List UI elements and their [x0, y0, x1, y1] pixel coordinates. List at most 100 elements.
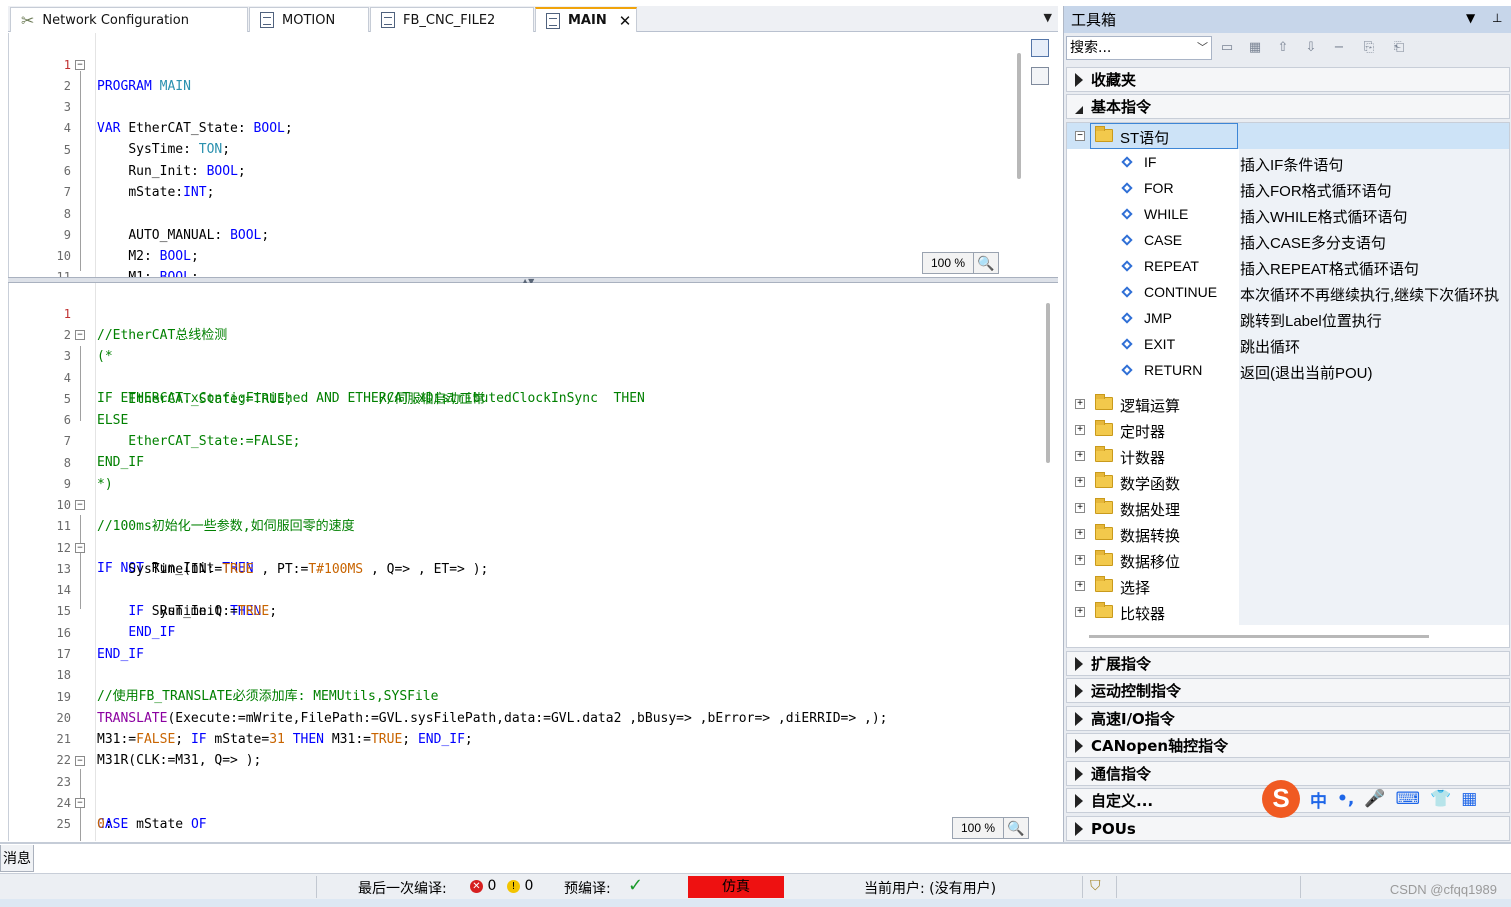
tree-folder-data-shift[interactable]: + 数据移位	[1067, 547, 1509, 573]
tree-folder-comparators[interactable]: + 比较器	[1067, 599, 1509, 625]
textual-view-icon[interactable]	[1031, 39, 1049, 57]
ime-toolbar[interactable]: S 中 •, 🎤 ⌨ 👕 ▦	[1258, 778, 1480, 820]
declaration-editor[interactable]: 1 PROGRAM MAIN 2 − VAR 3 EtherCAT_State:…	[8, 33, 1058, 277]
ime-mode-toggle[interactable]: 中	[1310, 787, 1327, 812]
tree-item-instruction[interactable]: JMP 跳转到Label位置执行	[1067, 305, 1509, 331]
vertical-scrollbar[interactable]	[1017, 53, 1021, 179]
category-motion-control[interactable]: 运动控制指令	[1066, 678, 1510, 703]
shield-icon[interactable]: ⛉	[1090, 878, 1101, 894]
instruction-name: IF	[1144, 154, 1157, 170]
tree-item-instruction[interactable]: REPEAT 插入REPEAT格式循环语句	[1067, 253, 1509, 279]
expand-icon[interactable]: +	[1075, 425, 1085, 435]
remove-icon[interactable]: −	[1330, 40, 1348, 56]
category-basic-instructions[interactable]: 基本指令	[1066, 94, 1510, 119]
collapse-icon[interactable]: −	[75, 60, 85, 70]
tree-folder-data-processing[interactable]: + 数据处理	[1067, 495, 1509, 521]
tab-label: FB_CNC_FILE2	[403, 12, 496, 28]
tree-item-instruction[interactable]: CONTINUE 本次循环不再继续执行,继续下次循环执	[1067, 279, 1509, 305]
tree-folder-data-conversion[interactable]: + 数据转换	[1067, 521, 1509, 547]
category-high-speed-io[interactable]: 高速I/O指令	[1066, 706, 1510, 731]
expand-icon[interactable]: +	[1075, 477, 1085, 487]
expand-icon[interactable]: +	[1075, 399, 1085, 409]
status-separator	[316, 876, 317, 898]
tree-item-st-statements[interactable]: − ST语句	[1067, 123, 1509, 149]
export-icon[interactable]: ⎗	[1390, 40, 1408, 56]
window-bottom-edge	[0, 899, 1511, 907]
tree-folder-timers[interactable]: + 定时器	[1067, 417, 1509, 443]
zoom-magnifier-icon[interactable]: 🔍	[974, 253, 998, 273]
pin-icon[interactable]: ⊥	[1492, 11, 1502, 25]
tree-item-instruction[interactable]: IF 插入IF条件语句	[1067, 149, 1509, 175]
folder-icon	[1095, 126, 1113, 142]
expand-icon[interactable]: +	[1075, 529, 1085, 539]
simulation-badge[interactable]: 仿真	[688, 876, 784, 898]
tree-item-instruction[interactable]: FOR 插入FOR格式循环语句	[1067, 175, 1509, 201]
category-canopen-axis[interactable]: CANopen轴控指令	[1066, 733, 1510, 758]
chevron-down-icon[interactable]: ﹀	[1197, 37, 1208, 59]
instruction-icon	[1121, 234, 1133, 246]
toolbox-search-input[interactable]: 搜索... ﹀	[1066, 36, 1212, 60]
zoom-level[interactable]: 100 %	[953, 818, 1005, 838]
expand-icon[interactable]: +	[1075, 451, 1085, 461]
tab-main[interactable]: MAIN ✕	[535, 7, 637, 32]
skin-icon[interactable]: 👕	[1430, 789, 1451, 809]
collapse-icon[interactable]: −	[75, 756, 85, 766]
category-extended-instructions[interactable]: 扩展指令	[1066, 651, 1510, 676]
expand-arrow-icon	[1075, 656, 1083, 671]
vertical-scrollbar[interactable]	[1046, 303, 1050, 463]
expand-icon[interactable]: +	[1075, 607, 1085, 617]
tree-folder-selection[interactable]: + 选择	[1067, 573, 1509, 599]
tab-motion[interactable]: MOTION	[249, 7, 369, 32]
compile-errors[interactable]: ✕ 0	[470, 878, 496, 894]
compile-warnings[interactable]: ! 0	[507, 878, 533, 894]
microphone-icon[interactable]: 🎤	[1364, 789, 1385, 809]
keyboard-icon[interactable]: ⌨	[1396, 789, 1421, 809]
messages-tab[interactable]: 消息	[0, 845, 34, 872]
collapse-icon[interactable]: −	[75, 500, 85, 510]
tree-folder-math[interactable]: + 数学函数	[1067, 469, 1509, 495]
horizontal-scrollbar[interactable]	[1089, 635, 1429, 638]
collapse-icon[interactable]: −	[75, 543, 85, 553]
collapse-icon[interactable]: −	[1075, 131, 1085, 141]
expand-icon[interactable]: +	[1075, 581, 1085, 591]
tree-folder-counters[interactable]: + 计数器	[1067, 443, 1509, 469]
add-item-icon[interactable]: ▦	[1246, 40, 1264, 56]
move-up-icon[interactable]: ⇧	[1274, 40, 1292, 56]
tab-fb-cnc-file2[interactable]: FB_CNC_FILE2	[370, 7, 534, 32]
category-favorites[interactable]: 收藏夹	[1066, 67, 1510, 92]
zoom-control[interactable]: 100 % 🔍	[922, 252, 1000, 274]
tree-item-instruction[interactable]: RETURN 返回(退出当前POU)	[1067, 357, 1509, 383]
import-icon[interactable]: ⎘	[1360, 40, 1378, 56]
move-down-icon[interactable]: ⇩	[1302, 40, 1320, 56]
tree-folder-logic[interactable]: + 逻辑运算	[1067, 391, 1509, 417]
tab-list-dropdown-icon[interactable]: ▼	[1044, 11, 1052, 24]
tree-item-instruction[interactable]: CASE 插入CASE多分支语句	[1067, 227, 1509, 253]
expand-icon[interactable]: +	[1075, 555, 1085, 565]
sogou-logo-icon[interactable]: S	[1262, 780, 1300, 818]
folder-icon[interactable]: ▭	[1218, 40, 1236, 56]
tabular-view-icon[interactable]	[1031, 67, 1049, 85]
collapse-icon[interactable]: −	[75, 798, 85, 808]
category-label: 扩展指令	[1091, 655, 1152, 673]
expand-icon[interactable]: +	[1075, 503, 1085, 513]
zoom-level[interactable]: 100 %	[923, 253, 975, 273]
implementation-editor[interactable]: 1 //EtherCAT总线检测 2 (* 3 − IF ETHERCAT.xC…	[8, 283, 1058, 841]
instruction-name: CONTINUE	[1144, 284, 1218, 300]
zoom-control[interactable]: 100 % 🔍	[952, 817, 1030, 839]
tab-label: MOTION	[282, 12, 336, 28]
simulation-label: 仿真	[722, 879, 750, 895]
panel-menu-icon[interactable]: ▼	[1466, 11, 1475, 25]
tree-item-instruction[interactable]: EXIT 跳出循环	[1067, 331, 1509, 357]
instruction-name: RETURN	[1144, 362, 1203, 378]
status-separator	[1116, 876, 1117, 898]
code-line: 2 (*	[9, 304, 1009, 364]
collapse-icon[interactable]: −	[75, 330, 85, 340]
tab-network-configuration[interactable]: ✂ Network Configuration	[10, 7, 248, 32]
tree-item-instruction[interactable]: WHILE 插入WHILE格式循环语句	[1067, 201, 1509, 227]
close-icon[interactable]: ✕	[619, 12, 632, 30]
code-line: 21 M31R(CLK:=M31, Q=> );	[9, 708, 1009, 768]
zoom-magnifier-icon[interactable]: 🔍	[1004, 818, 1028, 838]
toolbox-grid-icon[interactable]: ▦	[1461, 789, 1477, 809]
instruction-name: EXIT	[1144, 336, 1176, 352]
punctuation-icon[interactable]: •,	[1337, 789, 1354, 809]
